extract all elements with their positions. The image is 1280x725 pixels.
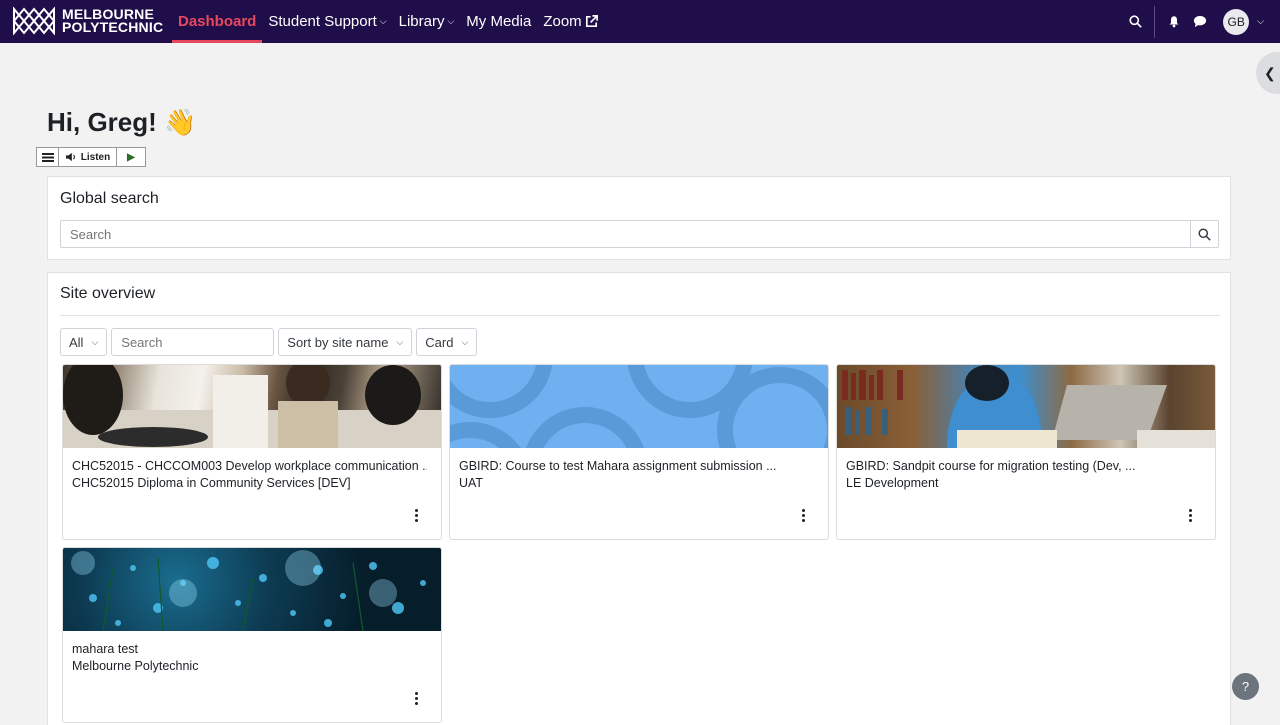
top-navbar: MELBOURNE POLYTECHNIC Dashboard Student …: [0, 0, 1280, 43]
course-image-art: [450, 365, 828, 448]
site-overview-title: Site overview: [60, 285, 156, 302]
grouping-dropdown[interactable]: All ⌵: [60, 328, 108, 356]
notifications-button[interactable]: [1161, 0, 1187, 43]
chat-bubble-icon: [1194, 15, 1207, 28]
course-title[interactable]: GBIRD: Course to test Mahara assignment …: [459, 459, 814, 473]
course-card[interactable]: CHC52015 - CHCCOM003 Develop workplace c…: [62, 364, 442, 540]
global-search-form: [60, 220, 1219, 248]
chevron-down-icon: ⌵: [91, 336, 99, 347]
external-link-icon: [585, 15, 598, 28]
search-icon: [1198, 227, 1211, 241]
messages-button[interactable]: [1187, 0, 1213, 43]
course-actions-menu-icon[interactable]: [413, 692, 419, 705]
nav-my-media[interactable]: My Media: [460, 0, 537, 43]
course-actions-menu-icon[interactable]: [413, 509, 419, 522]
global-search-submit-button[interactable]: [1190, 221, 1218, 247]
global-search-block: Global search: [47, 176, 1231, 260]
view-mode-dropdown[interactable]: Card ⌵: [416, 328, 478, 356]
nav-zoom[interactable]: Zoom: [537, 0, 604, 43]
course-category: LE Development: [846, 476, 939, 490]
speaker-icon: [65, 152, 75, 162]
play-button[interactable]: ▶: [117, 148, 145, 166]
course-category: CHC52015 Diploma in Community Services […: [72, 476, 351, 490]
course-search-input[interactable]: [111, 328, 275, 356]
chevron-down-icon: ⌵: [461, 336, 469, 347]
global-search-input[interactable]: [61, 221, 1190, 247]
chevron-down-icon[interactable]: ⌵: [1257, 16, 1264, 27]
course-image-art: [842, 365, 1215, 448]
help-button[interactable]: ?: [1232, 673, 1259, 700]
course-image-art: [63, 365, 441, 448]
readspeaker-toolbar: Listen ▶: [36, 147, 146, 167]
chevron-down-icon: ⌵: [396, 336, 404, 347]
course-card[interactable]: mahara test Melbourne Polytechnic: [62, 547, 442, 723]
menu-icon: [41, 152, 54, 162]
course-image-art: [71, 550, 426, 631]
course-category: Melbourne Polytechnic: [72, 659, 199, 673]
page-greeting: Hi, Greg! 👋: [47, 107, 197, 137]
logo-line-2: POLYTECHNIC: [62, 19, 164, 35]
course-image[interactable]: [63, 548, 441, 631]
listen-button[interactable]: Listen: [59, 148, 117, 166]
site-logo[interactable]: MELBOURNE POLYTECHNIC: [12, 7, 163, 35]
course-title[interactable]: mahara test: [72, 642, 427, 656]
nav-dashboard[interactable]: Dashboard: [172, 0, 263, 43]
sort-dropdown[interactable]: Sort by site name ⌵: [278, 328, 413, 356]
course-title[interactable]: GBIRD: Sandpit course for migration test…: [846, 459, 1201, 473]
course-category: UAT: [459, 476, 484, 490]
search-icon: [1129, 15, 1142, 28]
logo-mark-icon: [12, 7, 56, 35]
course-image[interactable]: [837, 365, 1215, 448]
course-actions-menu-icon[interactable]: [1187, 509, 1193, 522]
chevron-down-icon: ⌵: [447, 16, 455, 26]
nav-divider: [1154, 5, 1156, 38]
course-card[interactable]: GBIRD: Sandpit course for migration test…: [836, 364, 1216, 540]
search-button[interactable]: [1122, 0, 1148, 43]
course-title[interactable]: CHC52015 - CHCCOM003 Develop workplace c…: [72, 459, 427, 473]
listen-label: Listen: [80, 151, 111, 163]
global-search-title: Global search: [60, 190, 159, 207]
primary-navigation: Dashboard Student Support ⌵ Library ⌵ My M…: [172, 0, 605, 43]
course-actions-menu-icon[interactable]: [800, 509, 806, 522]
overview-filters: All⌵ Sort by site name⌵ Card⌵: [60, 328, 478, 356]
course-image[interactable]: [63, 365, 441, 448]
site-overview-block: Site overview All⌵ Sort by site name⌵ Ca…: [47, 272, 1231, 725]
chevron-down-icon: ⌵: [379, 16, 387, 26]
chevron-left-icon: ❮: [1264, 64, 1276, 81]
divider: [60, 315, 1220, 316]
bell-icon: [1169, 16, 1179, 28]
nav-library[interactable]: Library ⌵: [393, 0, 461, 43]
course-card[interactable]: GBIRD: Course to test Mahara assignment …: [449, 364, 829, 540]
nav-student-support[interactable]: Student Support ⌵: [262, 0, 392, 43]
play-icon: ▶: [127, 151, 135, 163]
open-block-drawer-button[interactable]: ❮: [1256, 52, 1280, 94]
listen-menu-button[interactable]: [37, 148, 59, 166]
user-avatar[interactable]: GB: [1223, 8, 1250, 35]
course-image[interactable]: [450, 365, 828, 448]
